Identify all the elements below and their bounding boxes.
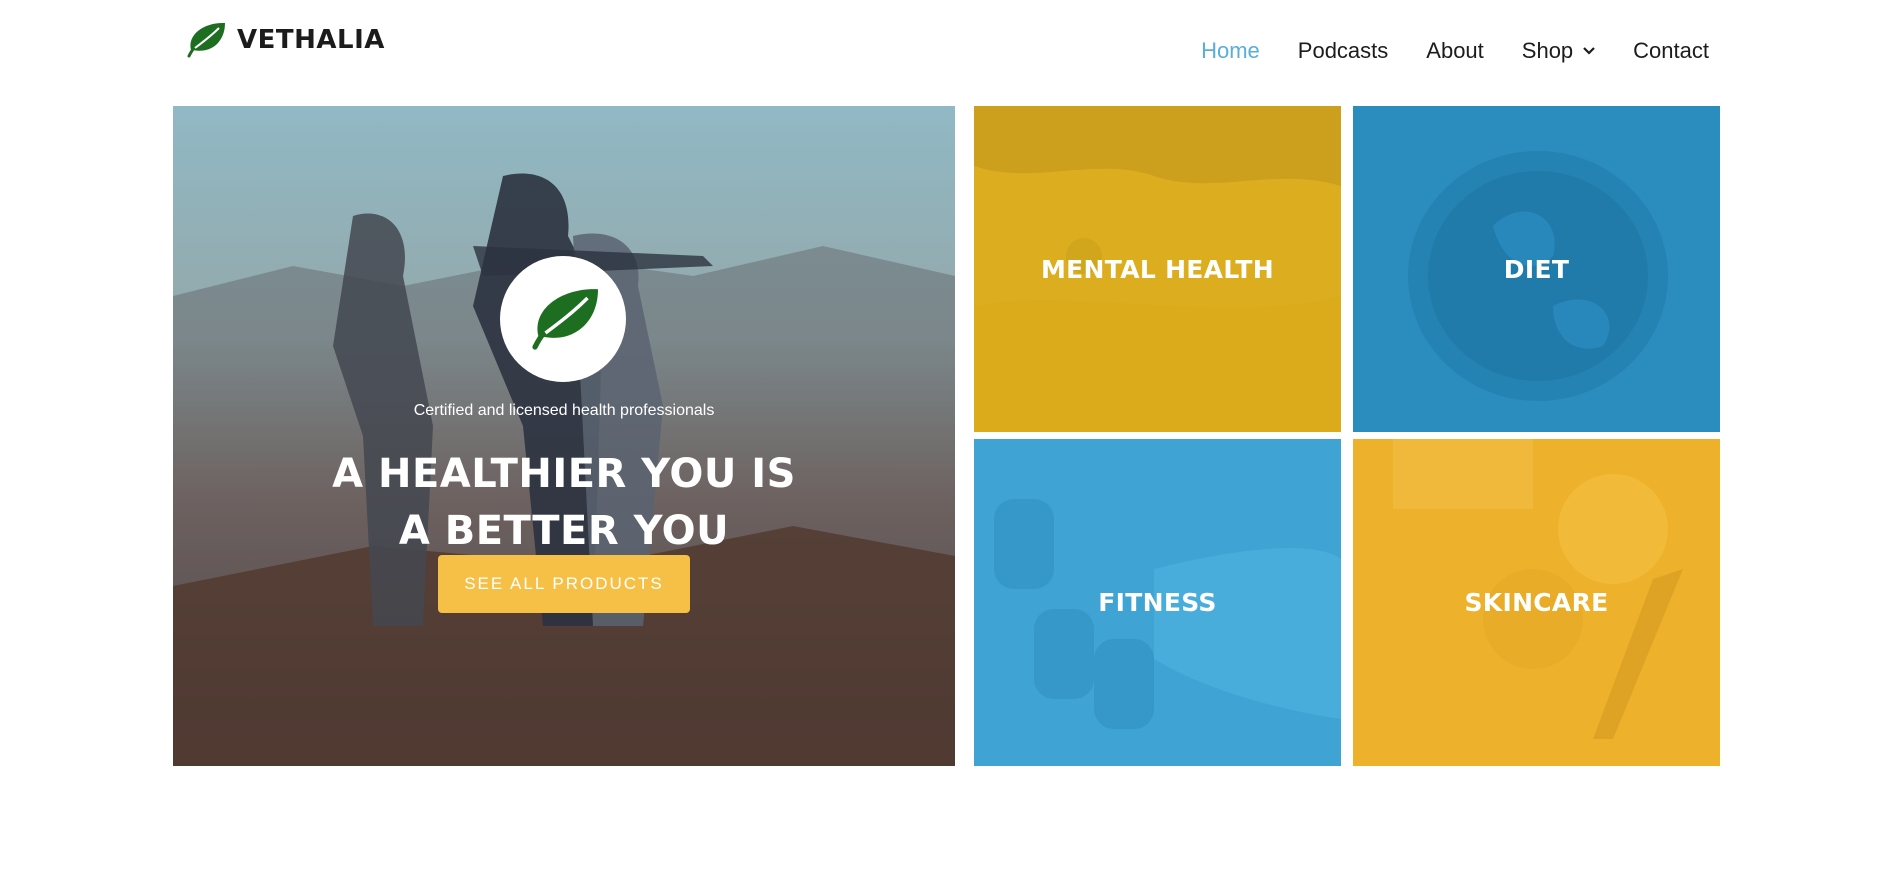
tile-label-skincare: SKINCARE	[1464, 588, 1609, 617]
hero-content: Certified and licensed health profession…	[173, 106, 955, 766]
nav-home[interactable]: Home	[1201, 38, 1260, 64]
hero-banner: Certified and licensed health profession…	[173, 106, 955, 766]
hero-title: A HEALTHIER YOU IS A BETTER YOU	[173, 446, 955, 560]
hero-subtitle: Certified and licensed health profession…	[413, 402, 715, 419]
nav-shop-label: Shop	[1521, 38, 1574, 63]
hero-title-line2: A BETTER YOU	[398, 508, 730, 554]
tile-skincare[interactable]: SKINCARE	[1353, 439, 1720, 766]
tile-label-fitness: FITNESS	[1098, 588, 1217, 617]
tile-fitness[interactable]: FITNESS	[974, 439, 1341, 766]
nav-about[interactable]: About	[1426, 38, 1484, 64]
brand-name: VETHALIA	[237, 25, 385, 55]
nav-podcasts[interactable]: Podcasts	[1298, 38, 1389, 64]
site-header: VETHALIA Home Podcasts About Shop Contac…	[0, 0, 1892, 105]
tile-label-mental-health: MENTAL HEALTH	[1041, 254, 1274, 284]
nav-shop[interactable]: Shop	[1522, 38, 1595, 64]
hero-title-line1: A HEALTHIER YOU IS	[332, 451, 796, 497]
leaf-icon	[187, 22, 225, 58]
chevron-down-icon	[1583, 47, 1595, 55]
tile-diet[interactable]: DIET	[1353, 106, 1720, 432]
leaf-icon	[532, 289, 598, 350]
brand-logo[interactable]: VETHALIA	[183, 20, 385, 60]
tile-mental-health[interactable]: MENTAL HEALTH	[974, 106, 1341, 432]
hero-badge	[500, 256, 626, 382]
main-nav: Home Podcasts About Shop Contact	[1163, 38, 1709, 64]
tile-label-diet: DIET	[1503, 254, 1570, 284]
nav-contact[interactable]: Contact	[1633, 38, 1709, 64]
see-all-products-button[interactable]: SEE ALL PRODUCTS	[438, 555, 690, 613]
